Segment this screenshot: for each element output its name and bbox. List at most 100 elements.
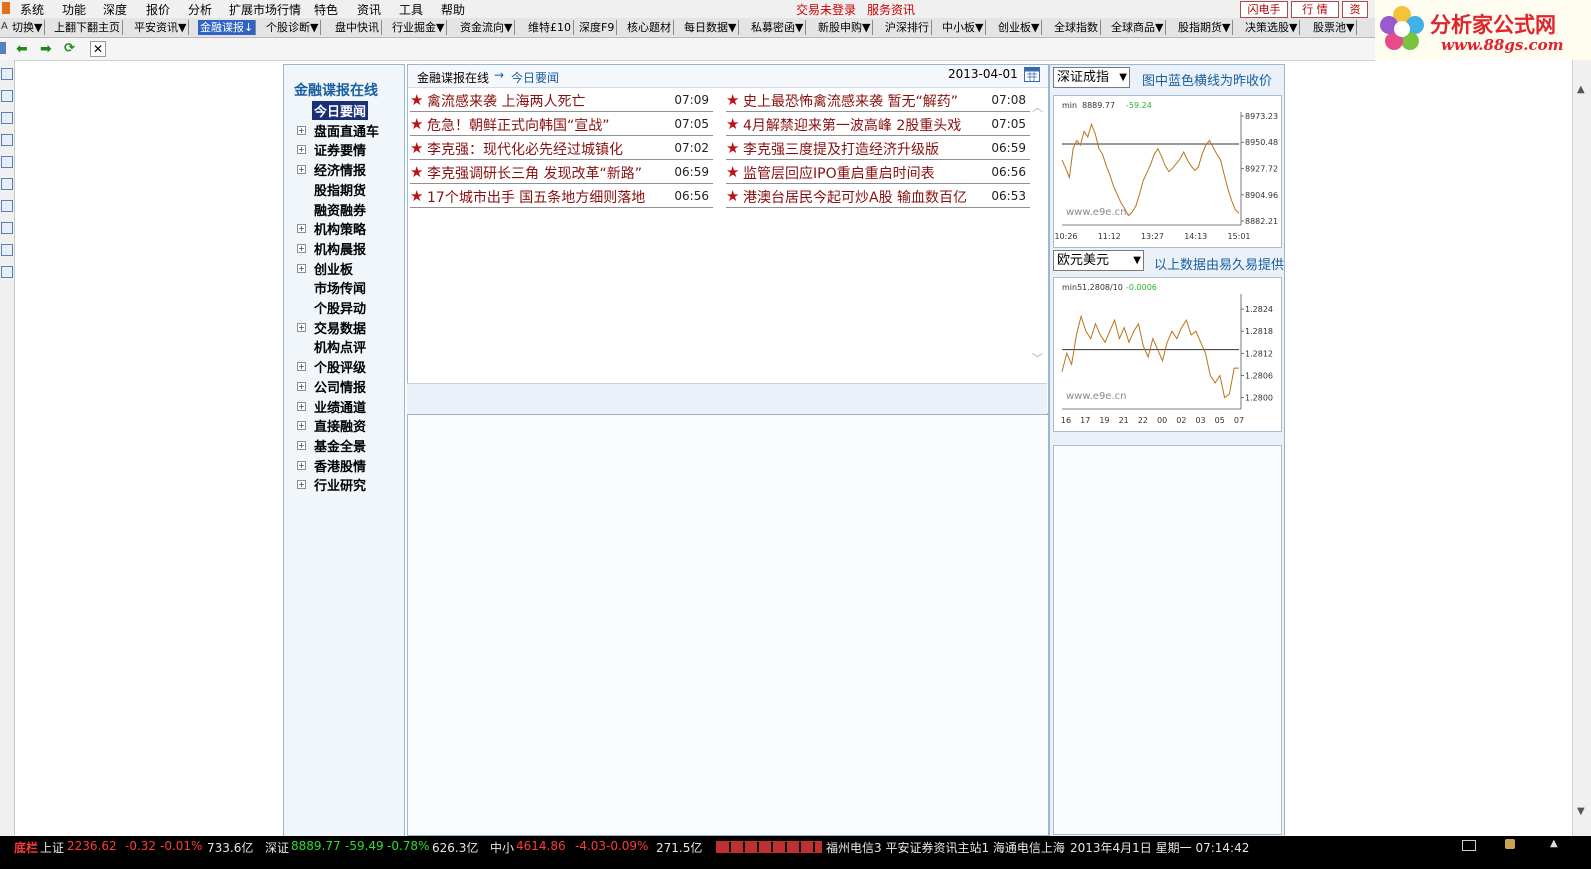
category-item[interactable]: 机构点评	[314, 337, 366, 356]
news-row[interactable]: ★ 监管层回应IPO重启重启时间表 06:56	[726, 161, 1030, 184]
news-title[interactable]: 监管层回应IPO重启重启时间表	[743, 163, 935, 183]
tb-stock-diagnosis[interactable]: 个股诊断▼	[264, 20, 322, 35]
tb-finance-intel[interactable]: 金融谍报↓	[198, 20, 257, 35]
tb-ranking[interactable]: 沪深排行	[883, 20, 932, 35]
news-scroll-down-icon[interactable]: ﹀	[1032, 350, 1043, 366]
expand-plus-icon[interactable]: +	[297, 125, 306, 135]
tb-depth-f9[interactable]: 深度F9	[577, 20, 618, 35]
percent-icon[interactable]	[1, 244, 13, 256]
expand-plus-icon[interactable]: +	[297, 165, 306, 175]
info-button[interactable]: 资	[1342, 1, 1368, 18]
category-item[interactable]: 业绩通道	[314, 397, 366, 416]
menu-feature[interactable]: 特色	[314, 1, 338, 18]
menu-tools[interactable]: 工具	[399, 1, 423, 18]
news-title[interactable]: 李克强调研长三角 发现改革“新路”	[427, 163, 642, 183]
category-item[interactable]: 机构策略	[314, 219, 366, 238]
menu-quote[interactable]: 报价	[146, 1, 170, 18]
fx-select[interactable]: 欧元美元 ▼	[1053, 250, 1144, 271]
tb-global-index[interactable]: 全球指数	[1052, 20, 1101, 35]
category-item[interactable]: 直接融资	[314, 416, 366, 435]
menu-depth[interactable]: 深度	[103, 1, 127, 18]
tb-capital-flow[interactable]: 资金流向▼	[458, 20, 516, 35]
expand-plus-icon[interactable]: +	[297, 243, 306, 253]
menu-help[interactable]: 帮助	[441, 1, 465, 18]
expand-plus-icon[interactable]: +	[297, 362, 306, 372]
tb-stock-pool[interactable]: 股票池▼	[1311, 20, 1358, 35]
refresh-icon[interactable]: ⟳	[64, 41, 75, 56]
category-item[interactable]: 盘面直通车	[314, 121, 379, 140]
status-scroll-icon[interactable]: ▲	[1550, 838, 1558, 849]
news-row[interactable]: ★ 史上最恐怖禽流感来袭 暂无“解药” 07:08	[726, 89, 1030, 112]
category-item[interactable]: 证券要情	[314, 140, 366, 159]
category-item[interactable]: 今日要闻	[312, 101, 369, 120]
expand-plus-icon[interactable]: +	[297, 460, 306, 470]
news-title[interactable]: 17个城市出手 国五条地方细则落地	[427, 187, 645, 207]
breadcrumb-root[interactable]: 金融谍报在线	[417, 69, 489, 86]
tb-ipo-subscribe[interactable]: 新股申购▼	[816, 20, 874, 35]
category-item[interactable]: 公司情报	[314, 377, 366, 396]
category-item[interactable]: 经济情报	[314, 160, 366, 179]
search-icon[interactable]	[1, 266, 13, 278]
news-title[interactable]: 李克强：现代化必先经过城镇化	[427, 139, 623, 159]
category-item[interactable]: 交易数据	[314, 318, 366, 337]
news-title[interactable]: 危急！朝鲜正式向韩国“宣战”	[427, 115, 610, 135]
service-info-link[interactable]: 服务资讯	[867, 1, 915, 18]
category-item[interactable]: 个股评级	[314, 357, 366, 376]
kline-icon[interactable]	[1, 112, 13, 124]
news-title[interactable]: 4月解禁迎来第一波高峰 2股重头戏	[743, 115, 961, 135]
news-row[interactable]: ★ 17个城市出手 国五条地方细则落地 06:56	[410, 185, 713, 208]
news-icon[interactable]	[1, 200, 13, 212]
index-select[interactable]: 深证成指 ▼	[1053, 67, 1130, 88]
tb-switch[interactable]: 切换▼	[10, 20, 46, 35]
tb-private-letters[interactable]: 私募密函▼	[749, 20, 807, 35]
category-item[interactable]: 香港股情	[314, 456, 366, 475]
quote-button[interactable]: 行 情	[1291, 1, 1339, 18]
expand-plus-icon[interactable]: +	[297, 381, 306, 391]
news-title[interactable]: 港澳台居民今起可炒A股 输血数百亿	[743, 187, 967, 207]
expand-plus-icon[interactable]: +	[297, 145, 306, 155]
stop-icon[interactable]: ✕	[90, 41, 106, 57]
menu-ext-market[interactable]: 扩展市场行情	[229, 1, 301, 18]
expand-plus-icon[interactable]: +	[297, 421, 306, 431]
news-title[interactable]: 李克强三度提及打造经济升级版	[743, 139, 939, 159]
news-row[interactable]: ★ 禽流感来袭 上海两人死亡 07:09	[410, 89, 713, 112]
category-item[interactable]: 市场传闻	[314, 278, 366, 297]
tb-decision-picker[interactable]: 决策选股▼	[1243, 20, 1301, 35]
calendar-icon[interactable]	[1024, 67, 1040, 82]
menu-function[interactable]: 功能	[62, 1, 86, 18]
tb-global-commodity[interactable]: 全球商品▼	[1109, 20, 1167, 35]
tb-weite-f10[interactable]: 维特£10	[526, 20, 574, 35]
expand-plus-icon[interactable]: +	[297, 480, 306, 490]
category-item[interactable]: 融资融券	[314, 200, 366, 219]
expand-plus-icon[interactable]: +	[297, 401, 306, 411]
expand-plus-icon[interactable]: +	[297, 263, 306, 273]
back-arrow-icon[interactable]: ⬅	[16, 41, 28, 57]
news-row[interactable]: ★ 李克强调研长三角 发现改革“新路” 06:59	[410, 161, 713, 184]
menu-info[interactable]: 资讯	[357, 1, 381, 18]
expand-plus-icon[interactable]: +	[297, 322, 306, 332]
category-item[interactable]: 机构晨报	[314, 239, 366, 258]
trade-login-status[interactable]: 交易未登录	[796, 1, 856, 18]
tb-page-nav[interactable]: 上翻下翻主页	[52, 20, 123, 35]
table-icon[interactable]	[1, 68, 13, 80]
news-title[interactable]: 史上最恐怖禽流感来袭 暂无“解药”	[743, 91, 958, 111]
category-item[interactable]: 股指期货	[314, 180, 366, 199]
category-item[interactable]: 个股异动	[314, 298, 366, 317]
tb-index-futures[interactable]: 股指期货▼	[1176, 20, 1234, 35]
list-icon[interactable]	[1, 134, 13, 146]
report-icon[interactable]	[1, 178, 13, 190]
news-row[interactable]: ★ 危急！朝鲜正式向韩国“宣战” 07:05	[410, 113, 713, 136]
news-row[interactable]: ★ 李克强：现代化必先经过城镇化 07:02	[410, 137, 713, 160]
news-title[interactable]: 禽流感来袭 上海两人死亡	[427, 91, 585, 111]
tb-intraday-flash[interactable]: 盘中快讯	[333, 20, 382, 35]
tb-core-theme[interactable]: 核心题材	[625, 20, 674, 35]
category-item[interactable]: 基金全景	[314, 436, 366, 455]
expand-plus-icon[interactable]: +	[297, 440, 306, 450]
forward-arrow-icon[interactable]: ➡	[40, 41, 52, 57]
main-scrollbar[interactable]: ▲ ▼	[1572, 60, 1591, 836]
flash-trade-button[interactable]: 闪电手	[1240, 1, 1288, 18]
tb-industry-mining[interactable]: 行业掘金▼	[390, 20, 448, 35]
news-row[interactable]: ★ 港澳台居民今起可炒A股 输血数百亿 06:53	[726, 185, 1030, 208]
menu-system[interactable]: 系统	[20, 1, 44, 18]
category-item[interactable]: 创业板	[314, 259, 353, 278]
